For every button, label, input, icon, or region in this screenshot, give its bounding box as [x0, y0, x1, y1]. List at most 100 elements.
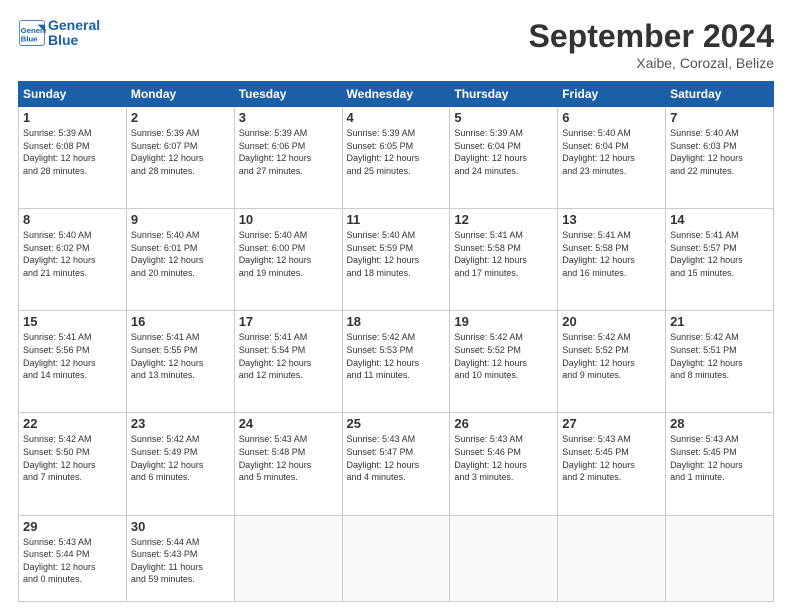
title-block: September 2024 Xaibe, Corozal, Belize	[529, 18, 774, 71]
calendar-cell	[342, 515, 450, 601]
calendar-cell: 18Sunrise: 5:42 AM Sunset: 5:53 PM Dayli…	[342, 311, 450, 413]
calendar-cell: 29 Sunrise: 5:43 AM Sunset: 5:44 PM Dayli…	[19, 515, 127, 601]
calendar-cell: 25 Sunrise: 5:43 AM Sunset: 5:47 PM Dayli…	[342, 413, 450, 515]
calendar-cell: 11 Sunrise: 5:40 AM Sunset: 5:59 PM Dayli…	[342, 209, 450, 311]
calendar-week-row: 29 Sunrise: 5:43 AM Sunset: 5:44 PM Dayli…	[19, 515, 774, 601]
cell-info: Sunrise: 5:41 AM Sunset: 5:55 PM Dayligh…	[131, 331, 230, 381]
calendar-cell: 13 Sunrise: 5:41 AM Sunset: 5:58 PM Dayli…	[558, 209, 666, 311]
cell-info: Sunrise: 5:39 AM Sunset: 6:05 PM Dayligh…	[347, 127, 446, 177]
cell-info: Sunrise: 5:39 AM Sunset: 6:08 PM Dayligh…	[23, 127, 122, 177]
day-number: 9	[131, 212, 230, 227]
day-number: 7	[670, 110, 769, 125]
day-number: 5	[454, 110, 553, 125]
cell-info: Sunrise: 5:40 AM Sunset: 6:03 PM Dayligh…	[670, 127, 769, 177]
day-number: 3	[239, 110, 338, 125]
day-of-week-header: Sunday	[19, 82, 127, 107]
cell-info: Sunrise: 5:41 AM Sunset: 5:54 PM Dayligh…	[239, 331, 338, 381]
location: Xaibe, Corozal, Belize	[529, 55, 774, 71]
calendar-cell: 19 Sunrise: 5:42 AM Sunset: 5:52 PM Dayli…	[450, 311, 558, 413]
cell-info: Sunrise: 5:39 AM Sunset: 6:06 PM Dayligh…	[239, 127, 338, 177]
calendar-cell: 12 Sunrise: 5:41 AM Sunset: 5:58 PM Dayli…	[450, 209, 558, 311]
calendar-header-row: SundayMondayTuesdayWednesdayThursdayFrid…	[19, 82, 774, 107]
calendar-cell: 22Sunrise: 5:42 AM Sunset: 5:50 PM Dayli…	[19, 413, 127, 515]
cell-info: Sunrise: 5:39 AM Sunset: 6:07 PM Dayligh…	[131, 127, 230, 177]
day-number: 6	[562, 110, 661, 125]
day-number: 20	[562, 314, 661, 329]
calendar-cell: 3 Sunrise: 5:39 AM Sunset: 6:06 PM Daylig…	[234, 107, 342, 209]
cell-info: Sunrise: 5:43 AM Sunset: 5:48 PM Dayligh…	[239, 433, 338, 483]
calendar-cell: 2 Sunrise: 5:39 AM Sunset: 6:07 PM Daylig…	[126, 107, 234, 209]
header: General Blue General Blue September 2024…	[18, 18, 774, 71]
day-number: 8	[23, 212, 122, 227]
day-number: 2	[131, 110, 230, 125]
calendar-cell: 28Sunrise: 5:43 AM Sunset: 5:45 PM Dayli…	[666, 413, 774, 515]
day-number: 4	[347, 110, 446, 125]
day-number: 17	[239, 314, 338, 329]
calendar-cell: 20 Sunrise: 5:42 AM Sunset: 5:52 PM Dayli…	[558, 311, 666, 413]
day-number: 24	[239, 416, 338, 431]
cell-info: Sunrise: 5:39 AM Sunset: 6:04 PM Dayligh…	[454, 127, 553, 177]
cell-info: Sunrise: 5:41 AM Sunset: 5:57 PM Dayligh…	[670, 229, 769, 279]
cell-info: Sunrise: 5:43 AM Sunset: 5:44 PM Dayligh…	[23, 536, 122, 586]
day-number: 21	[670, 314, 769, 329]
svg-text:Blue: Blue	[21, 35, 38, 44]
cell-info: Sunrise: 5:40 AM Sunset: 6:04 PM Dayligh…	[562, 127, 661, 177]
cell-info: Sunrise: 5:43 AM Sunset: 5:47 PM Dayligh…	[347, 433, 446, 483]
day-number: 12	[454, 212, 553, 227]
day-number: 30	[131, 519, 230, 534]
day-number: 13	[562, 212, 661, 227]
calendar-cell	[666, 515, 774, 601]
cell-info: Sunrise: 5:42 AM Sunset: 5:52 PM Dayligh…	[562, 331, 661, 381]
cell-info: Sunrise: 5:40 AM Sunset: 5:59 PM Dayligh…	[347, 229, 446, 279]
day-number: 11	[347, 212, 446, 227]
cell-info: Sunrise: 5:41 AM Sunset: 5:58 PM Dayligh…	[454, 229, 553, 279]
day-number: 10	[239, 212, 338, 227]
cell-info: Sunrise: 5:40 AM Sunset: 6:01 PM Dayligh…	[131, 229, 230, 279]
cell-info: Sunrise: 5:43 AM Sunset: 5:45 PM Dayligh…	[670, 433, 769, 483]
cell-info: Sunrise: 5:41 AM Sunset: 5:56 PM Dayligh…	[23, 331, 122, 381]
calendar-cell: 1Sunrise: 5:39 AM Sunset: 6:08 PM Daylig…	[19, 107, 127, 209]
calendar-cell	[450, 515, 558, 601]
cell-info: Sunrise: 5:42 AM Sunset: 5:52 PM Dayligh…	[454, 331, 553, 381]
calendar-cell: 17 Sunrise: 5:41 AM Sunset: 5:54 PM Dayli…	[234, 311, 342, 413]
calendar-cell: 7 Sunrise: 5:40 AM Sunset: 6:03 PM Daylig…	[666, 107, 774, 209]
logo-text-blue: Blue	[48, 33, 100, 48]
calendar-cell: 4 Sunrise: 5:39 AM Sunset: 6:05 PM Daylig…	[342, 107, 450, 209]
calendar-cell: 16Sunrise: 5:41 AM Sunset: 5:55 PM Dayli…	[126, 311, 234, 413]
calendar-cell: 6 Sunrise: 5:40 AM Sunset: 6:04 PM Daylig…	[558, 107, 666, 209]
cell-info: Sunrise: 5:40 AM Sunset: 6:02 PM Dayligh…	[23, 229, 122, 279]
day-of-week-header: Monday	[126, 82, 234, 107]
calendar-cell: 9 Sunrise: 5:40 AM Sunset: 6:01 PM Daylig…	[126, 209, 234, 311]
cell-info: Sunrise: 5:43 AM Sunset: 5:46 PM Dayligh…	[454, 433, 553, 483]
day-of-week-header: Thursday	[450, 82, 558, 107]
calendar-cell: 5 Sunrise: 5:39 AM Sunset: 6:04 PM Daylig…	[450, 107, 558, 209]
calendar-cell: 26 Sunrise: 5:43 AM Sunset: 5:46 PM Dayli…	[450, 413, 558, 515]
calendar-cell: 10Sunrise: 5:40 AM Sunset: 6:00 PM Dayli…	[234, 209, 342, 311]
day-of-week-header: Tuesday	[234, 82, 342, 107]
day-number: 14	[670, 212, 769, 227]
calendar-cell	[558, 515, 666, 601]
day-number: 19	[454, 314, 553, 329]
month-title: September 2024	[529, 18, 774, 55]
calendar-cell: 8 Sunrise: 5:40 AM Sunset: 6:02 PM Daylig…	[19, 209, 127, 311]
logo: General Blue General Blue	[18, 18, 100, 49]
day-number: 22	[23, 416, 122, 431]
calendar-table: SundayMondayTuesdayWednesdayThursdayFrid…	[18, 81, 774, 602]
cell-info: Sunrise: 5:42 AM Sunset: 5:51 PM Dayligh…	[670, 331, 769, 381]
logo-text-general: General	[48, 18, 100, 33]
day-number: 23	[131, 416, 230, 431]
day-number: 26	[454, 416, 553, 431]
calendar-week-row: 15 Sunrise: 5:41 AM Sunset: 5:56 PM Dayli…	[19, 311, 774, 413]
day-of-week-header: Saturday	[666, 82, 774, 107]
day-number: 15	[23, 314, 122, 329]
calendar-cell: 23Sunrise: 5:42 AM Sunset: 5:49 PM Dayli…	[126, 413, 234, 515]
day-number: 29	[23, 519, 122, 534]
day-number: 18	[347, 314, 446, 329]
day-number: 25	[347, 416, 446, 431]
day-of-week-header: Friday	[558, 82, 666, 107]
day-number: 27	[562, 416, 661, 431]
calendar-cell: 27 Sunrise: 5:43 AM Sunset: 5:45 PM Dayli…	[558, 413, 666, 515]
cell-info: Sunrise: 5:41 AM Sunset: 5:58 PM Dayligh…	[562, 229, 661, 279]
cell-info: Sunrise: 5:43 AM Sunset: 5:45 PM Dayligh…	[562, 433, 661, 483]
calendar-cell: 30Sunrise: 5:44 AM Sunset: 5:43 PM Dayli…	[126, 515, 234, 601]
